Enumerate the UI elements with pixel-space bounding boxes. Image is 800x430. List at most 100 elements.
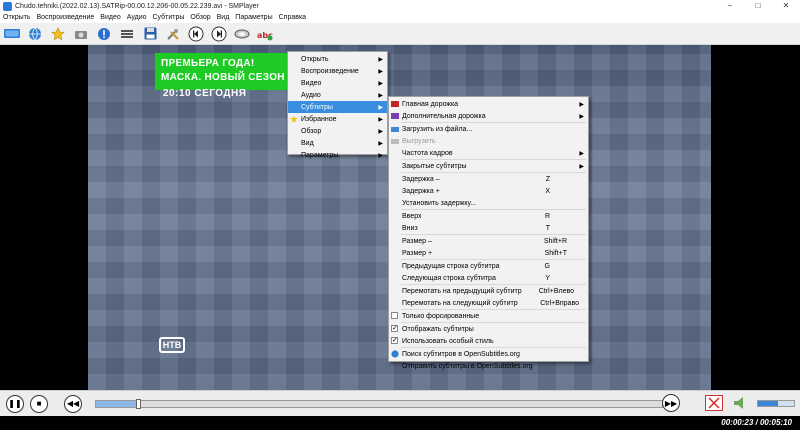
stop-button[interactable]: ■ xyxy=(30,394,48,413)
secondary-track-item[interactable]: Дополнительная дорожка ▶ xyxy=(389,110,588,122)
playlist-icon xyxy=(121,29,133,38)
upload-opensubtitles-item[interactable]: Отправить субтитры в OpenSubtitles.org xyxy=(389,360,588,372)
next-button[interactable] xyxy=(209,25,229,43)
forced-only-item[interactable]: Только форсированные xyxy=(389,310,588,322)
chevron-right-icon: ▶ xyxy=(378,128,383,135)
toggle-fullscreen-button[interactable] xyxy=(2,25,22,43)
show-subtitles-checkbox[interactable]: ✓ xyxy=(391,325,398,332)
custom-style-item[interactable]: ✓ Использовать особый стиль xyxy=(389,335,588,347)
menu-label: Задержка + xyxy=(402,187,440,195)
rewind-button[interactable]: ◀◀ xyxy=(64,394,82,413)
previous-button[interactable] xyxy=(186,25,206,43)
menu-view[interactable]: Вид xyxy=(217,14,230,21)
menu-label: Установить задержку... xyxy=(402,199,477,207)
preferences-button[interactable] xyxy=(163,25,183,43)
menu-help[interactable]: Справка xyxy=(279,14,306,21)
menu-playback[interactable]: Воспроизведение xyxy=(37,14,95,21)
subtitles-submenu: Главная дорожка ▶ Дополнительная дорожка ▶… xyxy=(388,96,589,370)
chevron-right-icon: ▶ xyxy=(378,92,383,99)
context-menu-playback[interactable]: Воспроизведение ▶ xyxy=(288,65,387,77)
menu-video[interactable]: Видео xyxy=(100,14,120,21)
playlist-button[interactable] xyxy=(117,25,137,43)
context-menu-open[interactable]: Открыть ▶ xyxy=(288,53,387,65)
move-up-item[interactable]: Вверх R xyxy=(389,210,588,222)
custom-style-checkbox[interactable]: ✓ xyxy=(391,337,398,344)
seek-previous-subtitle-item[interactable]: Перемотать на предыдущий субтитр Ctrl+Вле… xyxy=(389,285,588,297)
save-button[interactable] xyxy=(140,25,160,43)
shortcut-label: Shift+R xyxy=(543,237,567,245)
shortcut-label: G xyxy=(544,262,550,270)
menu-open[interactable]: Открыть xyxy=(3,14,31,21)
subtitle-track-button[interactable]: abc xyxy=(255,25,275,43)
close-button[interactable]: ✕ xyxy=(772,0,800,12)
unload-item: Выгрузить xyxy=(389,135,588,147)
mute-button[interactable] xyxy=(733,396,749,413)
chevron-right-icon: ▶ xyxy=(378,104,383,111)
maximize-button[interactable]: □ xyxy=(744,0,772,12)
context-menu-favorites[interactable]: Избранное ▶ xyxy=(288,113,387,125)
shortcut-label: Ctrl+Вправо xyxy=(540,299,579,307)
delay-plus-item[interactable]: Задержка + X xyxy=(389,185,588,197)
menu-audio[interactable]: Аудио xyxy=(127,14,147,21)
globe-icon xyxy=(29,27,41,40)
menu-subtitles[interactable]: Субтитры xyxy=(153,14,185,21)
pause-button[interactable]: ❚❚ xyxy=(6,394,24,413)
minimize-button[interactable]: – xyxy=(716,0,744,12)
shortcut-label: X xyxy=(545,187,550,195)
forward-icon: ▶▶ xyxy=(664,398,678,408)
forward-button[interactable]: ▶▶ xyxy=(662,394,680,412)
favorites-button[interactable] xyxy=(48,25,68,43)
context-menu-view[interactable]: Вид ▶ xyxy=(288,137,387,149)
menu-label: Поиск субтитров в OpenSubtitles.org xyxy=(402,350,520,358)
title-bar: Chudo.tehniki.(2022.02.13).SATRip-00.00.… xyxy=(0,0,800,12)
screen-menu-button[interactable] xyxy=(232,25,252,43)
closed-captions-item[interactable]: Закрытые субтитры ▶ xyxy=(389,160,588,172)
framerate-item[interactable]: Частота кадров ▶ xyxy=(389,147,588,159)
context-menu-subtitles[interactable]: Субтитры ▶ xyxy=(288,101,387,113)
menu-label: Открыть xyxy=(301,55,329,63)
forced-only-checkbox[interactable] xyxy=(391,312,398,319)
menu-label: Закрытые субтитры xyxy=(402,162,467,170)
fullscreen-icon xyxy=(708,397,720,409)
delay-minus-item[interactable]: Задержка – Z xyxy=(389,173,588,185)
previous-line-item[interactable]: Предыдущая строка субтитра G xyxy=(389,260,588,272)
set-delay-item[interactable]: Установить задержку... xyxy=(389,197,588,209)
shortcut-label: R xyxy=(544,212,550,220)
subtitle-track-icon xyxy=(391,112,399,120)
menu-bar: Открыть Воспроизведение Видео Аудио Субт… xyxy=(0,12,800,23)
size-minus-item[interactable]: Размер – Shift+R xyxy=(389,235,588,247)
seek-next-subtitle-item[interactable]: Перемотать на следующий субтитр Ctrl+Впра… xyxy=(389,297,588,309)
chevron-right-icon: ▶ xyxy=(378,68,383,75)
open-url-button[interactable] xyxy=(25,25,45,43)
chevron-right-icon: ▶ xyxy=(378,152,383,159)
star-icon xyxy=(51,26,65,40)
info-button[interactable] xyxy=(94,25,114,43)
stop-icon: ■ xyxy=(36,399,42,408)
screenshot-button[interactable] xyxy=(71,25,91,43)
context-menu-audio[interactable]: Аудио ▶ xyxy=(288,89,387,101)
promo-time: 20:10 СЕГОДНЯ xyxy=(163,88,247,99)
next-line-item[interactable]: Следующая строка субтитра Y xyxy=(389,272,588,284)
show-subtitles-item[interactable]: ✓ Отображать субтитры xyxy=(389,323,588,335)
size-plus-item[interactable]: Размер + Shift+T xyxy=(389,247,588,259)
context-menu-options[interactable]: Параметры ▶ xyxy=(288,149,387,161)
move-down-item[interactable]: Вниз T xyxy=(389,222,588,234)
shortcut-label: Z xyxy=(545,175,550,183)
context-menu-video[interactable]: Видео ▶ xyxy=(288,77,387,89)
menu-options[interactable]: Параметры xyxy=(235,14,272,21)
fullscreen-button[interactable] xyxy=(705,395,723,411)
seek-handle[interactable] xyxy=(136,399,142,409)
find-opensubtitles-item[interactable]: Поиск субтитров в OpenSubtitles.org xyxy=(389,348,588,360)
menu-label: Использовать особый стиль xyxy=(402,337,494,345)
menu-label: Размер + xyxy=(402,249,433,257)
load-from-file-item[interactable]: Загрузить из файла... xyxy=(389,123,588,135)
context-menu-browse[interactable]: Обзор ▶ xyxy=(288,125,387,137)
volume-slider[interactable] xyxy=(757,400,795,407)
context-menu: Открыть ▶ Воспроизведение ▶ Видео ▶ Аудио ▶ … xyxy=(287,51,388,159)
volume-level xyxy=(758,401,778,406)
menu-browse[interactable]: Обзор xyxy=(190,14,210,21)
seek-slider[interactable] xyxy=(95,399,663,409)
promo-banner: ПРЕМЬЕРА ГОДА! МАСКА. НОВЫЙ СЕЗОН xyxy=(155,53,301,90)
toolbar: abc xyxy=(0,23,800,45)
primary-track-item[interactable]: Главная дорожка ▶ xyxy=(389,98,588,110)
